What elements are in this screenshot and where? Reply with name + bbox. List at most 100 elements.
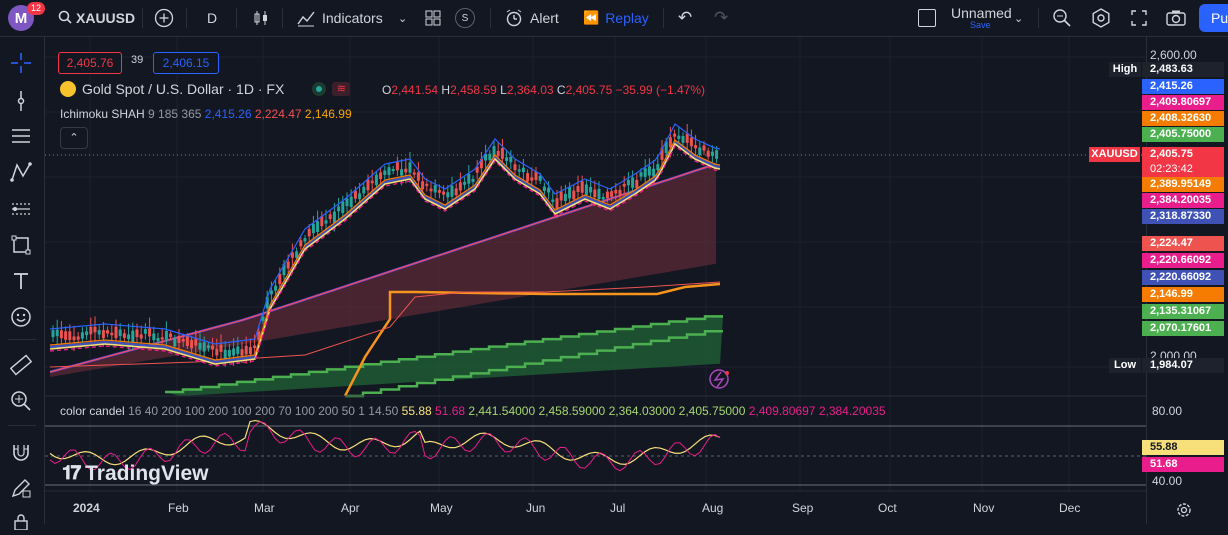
symbol-label: XAUUSD	[76, 10, 136, 26]
drawing-mode-tool[interactable]	[8, 475, 34, 501]
prediction-tool[interactable]	[8, 196, 34, 222]
s-badge: S	[455, 8, 475, 28]
fullscreen-icon	[1131, 10, 1147, 26]
crosshair-tool[interactable]	[8, 50, 34, 76]
measure-tool[interactable]	[8, 352, 34, 378]
time-label: Dec	[1059, 501, 1081, 515]
bar-countdown: 02:23:42	[1150, 163, 1193, 175]
low-value-tag: 1,984.07	[1142, 358, 1224, 373]
fullscreen-button[interactable]	[1130, 0, 1148, 36]
ruler-icon	[10, 354, 32, 376]
fib-tool[interactable]	[8, 123, 34, 149]
chart-settings-button[interactable]	[1176, 502, 1192, 521]
indicator-price-tag: 2,409.80697	[1142, 95, 1224, 110]
close-label: C	[556, 83, 566, 97]
snapshot-button[interactable]	[1166, 0, 1186, 36]
time-label: Sep	[792, 501, 814, 515]
lock-tool[interactable]	[8, 509, 34, 535]
symbol-search[interactable]: XAUUSD	[58, 0, 135, 36]
plus-circle-icon	[154, 8, 174, 28]
symbol-legend[interactable]: Gold Spot / U.S. Dollar · 1D · FX ≋	[60, 81, 351, 97]
alert-label: Alert	[530, 10, 559, 26]
vertical-line-icon	[17, 91, 25, 111]
oscillator-value-7: 2,409.80697	[748, 404, 816, 418]
alert-button[interactable]: Alert	[504, 0, 559, 36]
undo-button[interactable]: ↶	[678, 0, 692, 36]
interval-button[interactable]: D	[207, 0, 217, 36]
lightning-icon[interactable]	[709, 369, 729, 389]
oscillator-tag-1: 55.88	[1142, 440, 1224, 455]
alarm-clock-icon	[506, 9, 522, 27]
time-label: Jun	[526, 501, 546, 515]
buy-button[interactable]: 2,406.15	[153, 52, 219, 74]
high-label: H	[441, 83, 451, 97]
redo-icon: ↷	[714, 8, 729, 27]
pattern-tool[interactable]	[8, 159, 34, 185]
ichimoku-value-2: 2,224.47	[254, 107, 302, 121]
layout-chevron-down-icon[interactable]: ⌄	[1014, 0, 1023, 36]
oscillator-tick: 40.00	[1152, 474, 1183, 488]
pattern-icon	[10, 162, 32, 182]
quick-search-button[interactable]	[1052, 0, 1072, 36]
indicators-button[interactable]: Indicators	[296, 0, 383, 36]
gold-coin-icon	[60, 81, 76, 97]
layout-name[interactable]: Unnamed	[951, 5, 1012, 21]
time-label: 2024	[73, 501, 100, 515]
ichimoku-value-1: 2,415.26	[204, 107, 252, 121]
sell-button[interactable]: 2,405.76	[58, 52, 122, 74]
magnet-tool[interactable]	[8, 440, 34, 466]
magnet-icon	[13, 445, 29, 461]
grid-icon	[425, 10, 441, 26]
time-label: Apr	[341, 501, 360, 515]
time-label: Aug	[702, 501, 724, 515]
last-price-value: 2,405.75	[1150, 148, 1193, 160]
time-label: Feb	[168, 501, 189, 515]
ichimoku-legend[interactable]: Ichimoku SHAH 9 185 365 2,415.26 2,224.4…	[60, 107, 352, 121]
high-value-tag: 2,483.63	[1142, 62, 1224, 77]
indicator-price-tag: 2,135.31067	[1142, 304, 1224, 319]
undo-icon: ↶	[678, 8, 693, 27]
redo-button[interactable]: ↷	[714, 0, 728, 36]
icon-tool[interactable]	[8, 304, 34, 330]
indicators-icon	[297, 11, 315, 27]
save-label[interactable]: Save	[970, 20, 991, 30]
candles-icon	[254, 11, 267, 25]
replay-button[interactable]: ⏪ Replay	[583, 0, 649, 36]
change-value: −35.99 (−1.47%)	[615, 83, 706, 97]
publish-button[interactable]: Pu	[1199, 4, 1228, 32]
text-icon	[14, 273, 28, 289]
compare-button[interactable]	[154, 0, 174, 36]
chevron-up-icon: ⌃	[69, 132, 79, 144]
oscillator-value-2: 51.68	[435, 404, 466, 418]
horizontal-lines-icon	[12, 129, 30, 143]
zoom-tool[interactable]	[8, 388, 34, 414]
indicator-price-tag: 2,405.75000	[1142, 127, 1224, 142]
collapse-legend-button[interactable]: ⌃	[60, 127, 88, 149]
time-label: Mar	[254, 501, 275, 515]
text-tool[interactable]	[8, 268, 34, 294]
rectangle-icon	[11, 235, 31, 255]
layout-button[interactable]	[918, 0, 936, 36]
templates-button[interactable]	[424, 0, 442, 36]
oscillator-value-4: 2,458.59000	[538, 404, 606, 418]
ohlc-values: O2,441.54 H2,458.59 L2,364.03 C2,405.75 …	[382, 83, 705, 97]
chart-type-button[interactable]	[252, 0, 270, 36]
indicator-price-tag: 2,415.26	[1142, 79, 1224, 94]
ichimoku-value-3: 2,146.99	[304, 107, 352, 121]
watermark-text: TradingView	[85, 462, 209, 485]
oscillator-value-5: 2,364.03000	[608, 404, 676, 418]
oscillator-value-6: 2,405.75000	[678, 404, 746, 418]
last-price-tag: 2,405.75 02:23:42	[1142, 147, 1224, 177]
s-button[interactable]: S	[455, 0, 475, 36]
indicator-price-tag: 2,384.20035	[1142, 193, 1224, 208]
oscillator-legend[interactable]: color candel 16 40 200 100 200 100 200 7…	[60, 404, 886, 418]
projection-icon	[12, 203, 30, 215]
indicators-label: Indicators	[322, 10, 383, 26]
lock-icon	[14, 514, 28, 530]
indicator-price-tag: 2,224.47	[1142, 236, 1224, 251]
shape-tool[interactable]	[8, 232, 34, 258]
trend-line-tool[interactable]	[8, 88, 34, 114]
oscillator-value-3: 2,441.54000	[468, 404, 536, 418]
settings-button[interactable]	[1091, 0, 1111, 36]
chevron-down-icon[interactable]: ⌄	[398, 0, 407, 36]
